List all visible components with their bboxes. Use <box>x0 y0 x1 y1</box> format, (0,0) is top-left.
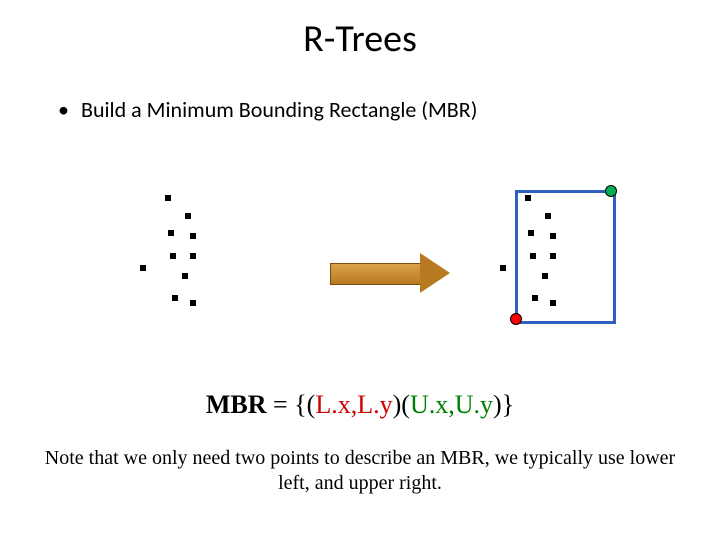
data-point <box>190 300 196 306</box>
data-point <box>170 253 176 259</box>
formula-lower: L.x,L.y <box>315 390 392 419</box>
data-point <box>185 213 191 219</box>
arrow-icon <box>330 253 450 293</box>
data-point <box>190 233 196 239</box>
formula-eq: = {( <box>267 390 316 419</box>
formula-mid: )( <box>393 390 410 419</box>
data-point <box>140 265 146 271</box>
footnote: Note that we only need two points to des… <box>40 446 680 496</box>
data-point <box>190 253 196 259</box>
formula-mbr: MBR <box>206 390 267 419</box>
mbr-formula: MBR = {(L.x,L.y)(U.x,U.y)} <box>0 390 720 420</box>
mbr-diagram <box>110 175 610 355</box>
bullet-marker: • <box>58 96 76 123</box>
formula-upper: U.x,U.y <box>410 390 493 419</box>
slide: R-Trees • Build a Minimum Bounding Recta… <box>0 0 720 540</box>
bullet-text: Build a Minimum Bounding Rectangle (MBR) <box>81 96 477 123</box>
data-point <box>500 265 506 271</box>
lower-left-marker <box>510 313 522 325</box>
arrow-head <box>420 253 450 293</box>
upper-right-marker <box>605 185 617 197</box>
bullet-line: • Build a Minimum Bounding Rectangle (MB… <box>58 96 477 123</box>
formula-end: )} <box>493 390 514 419</box>
data-point <box>168 230 174 236</box>
data-point <box>182 273 188 279</box>
slide-title: R-Trees <box>0 16 720 62</box>
arrow-shaft <box>330 263 422 285</box>
data-point <box>165 195 171 201</box>
mbr-rectangle <box>515 190 616 324</box>
data-point <box>172 295 178 301</box>
